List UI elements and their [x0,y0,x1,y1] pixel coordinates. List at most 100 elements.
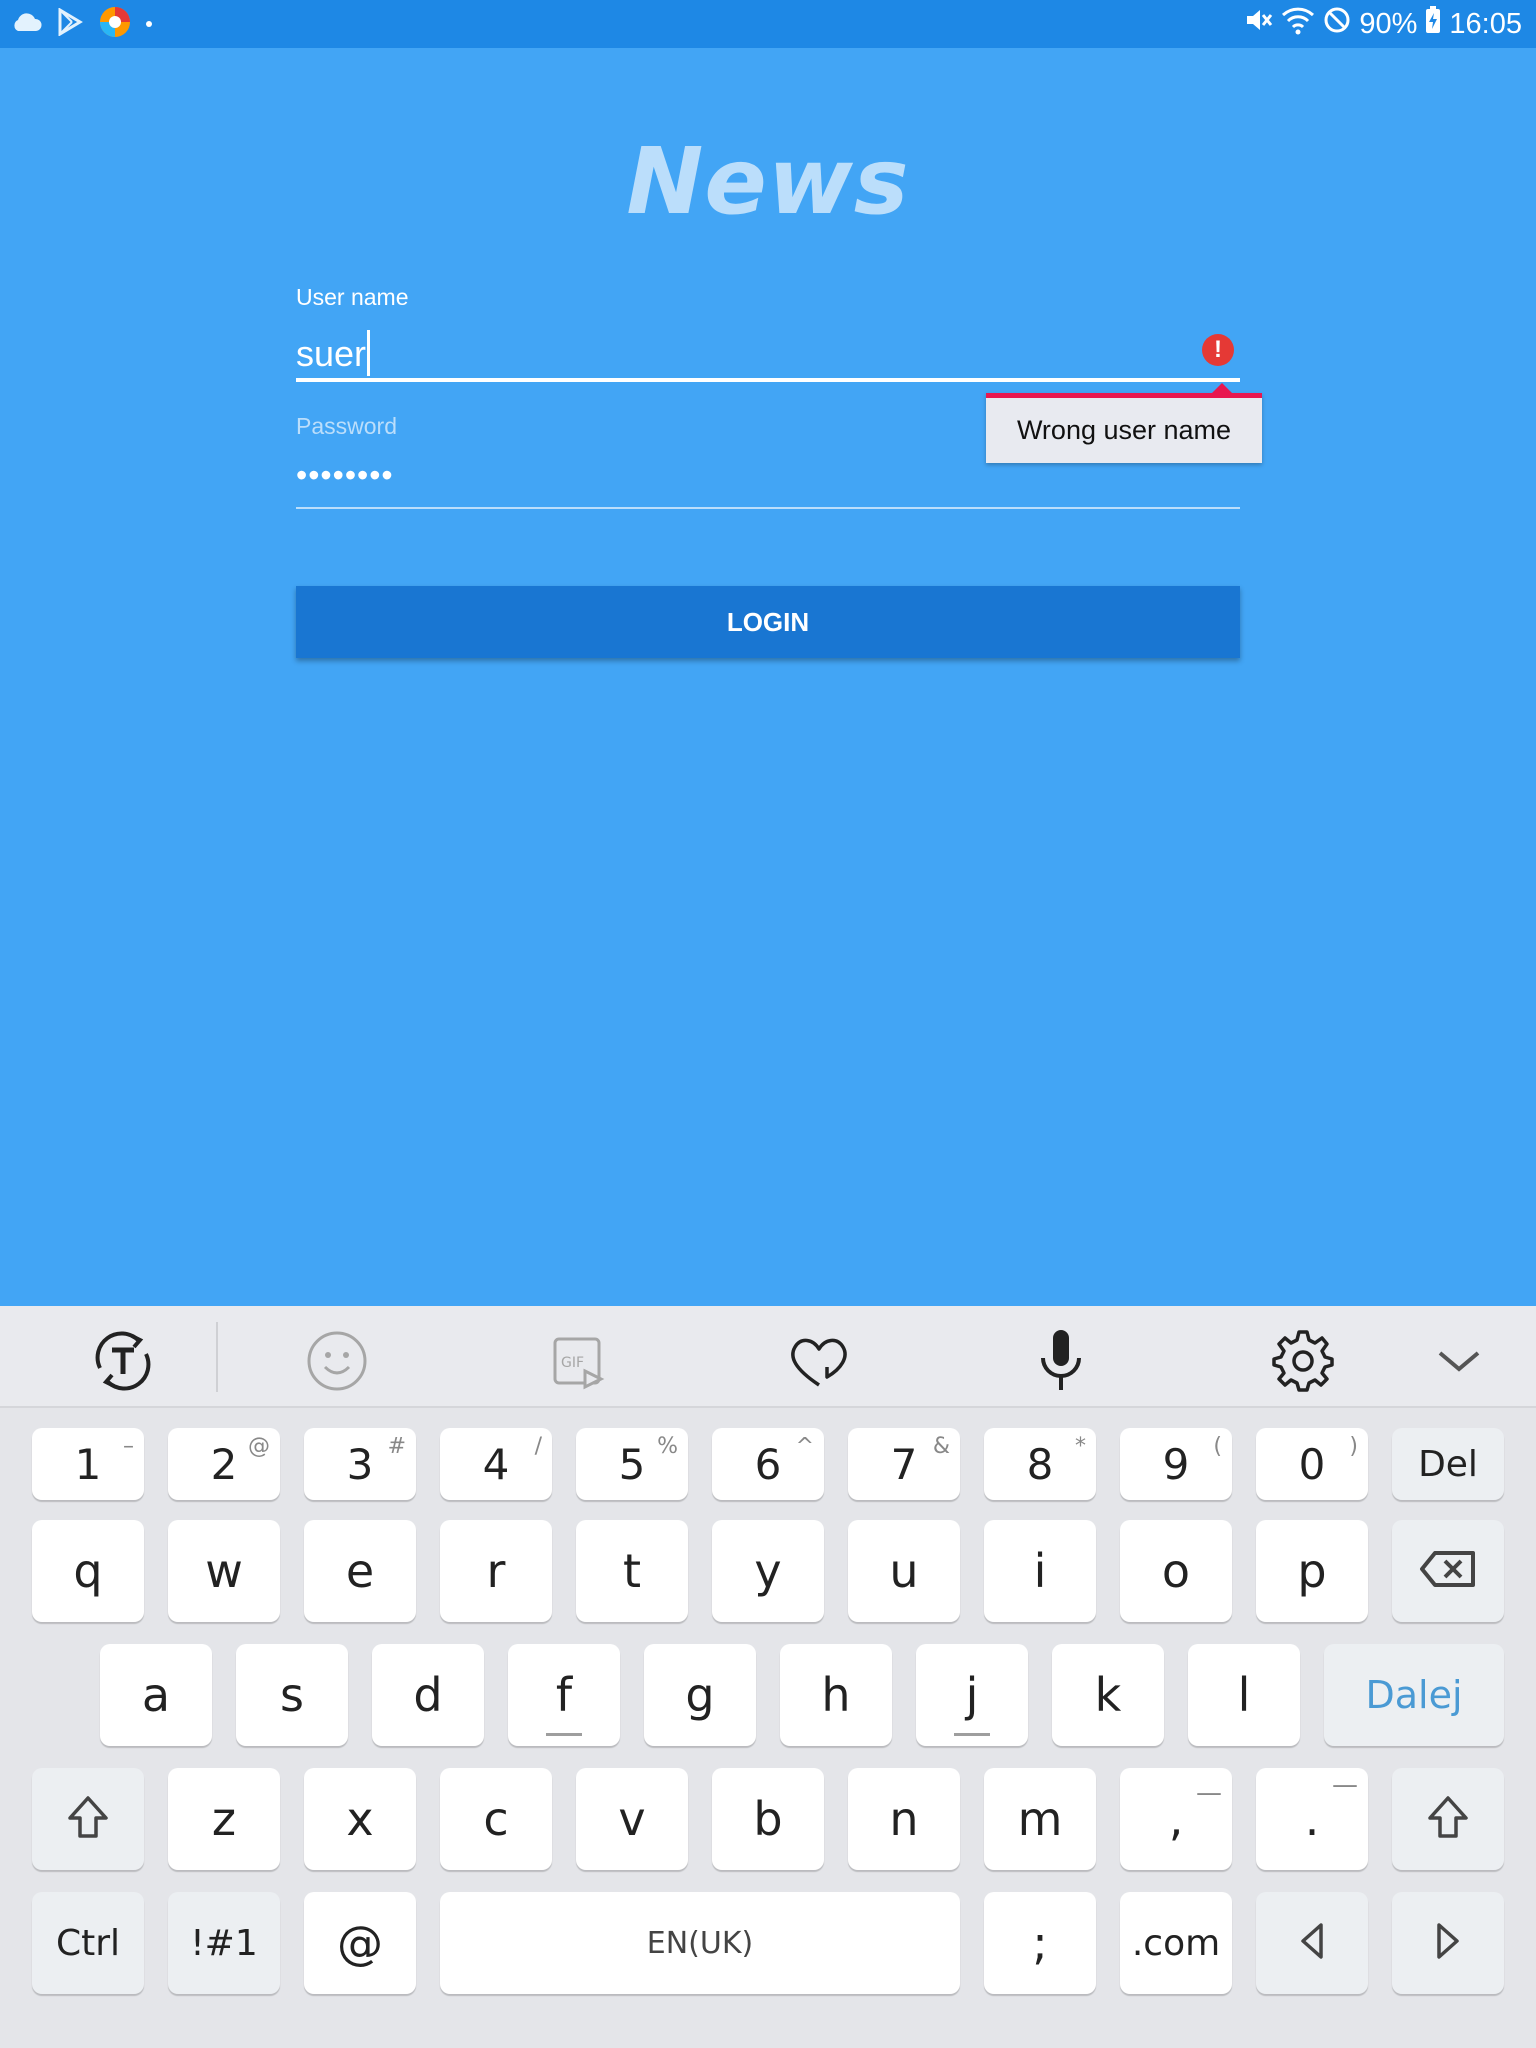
key-h[interactable]: h [780,1644,892,1746]
shift-left-key[interactable] [32,1768,144,1870]
key-y[interactable]: y [712,1520,824,1622]
dotcom-key[interactable]: .com [1120,1892,1232,1994]
microphone-icon[interactable] [1026,1326,1096,1396]
shift-icon [1426,1794,1470,1844]
key-r[interactable]: r [440,1520,552,1622]
status-bar: 90% 16:05 [0,0,1536,48]
key-hint: ( [1213,1434,1222,1459]
key-label: a [141,1668,171,1722]
key-f[interactable]: f [508,1644,620,1746]
key-label: 9 [1162,1439,1190,1489]
key-k[interactable]: k [1052,1644,1164,1746]
key-label: r [486,1544,506,1598]
key-5[interactable]: 5% [576,1428,688,1500]
key-z[interactable]: z [168,1768,280,1870]
shift-right-key[interactable] [1392,1768,1504,1870]
key-v[interactable]: v [576,1768,688,1870]
hide-keyboard-chevron-icon[interactable] [1424,1326,1494,1396]
text-caret [367,330,371,376]
key-c[interactable]: c [440,1768,552,1870]
key-s[interactable]: s [236,1644,348,1746]
at-key[interactable]: @ [304,1892,416,1994]
home-key-marker [954,1733,990,1736]
key-label: 2 [210,1439,238,1489]
svg-text:GIF: GIF [561,1355,584,1371]
key-label: m [1017,1792,1063,1846]
key-m[interactable]: m [984,1768,1096,1870]
key-hint: # [387,1434,406,1459]
enter-next-key[interactable]: Dalej [1324,1644,1504,1746]
key-label: f [555,1668,573,1722]
key-o[interactable]: o [1120,1520,1232,1622]
key-e[interactable]: e [304,1520,416,1622]
key-6[interactable]: 6 ^ [712,1428,824,1500]
key-3[interactable]: 3 # [304,1428,416,1500]
key-label: x [346,1792,374,1846]
key-label: 1 [74,1439,102,1489]
backspace-key[interactable] [1392,1520,1504,1622]
semicolon-key[interactable]: ; [984,1892,1096,1994]
key-j[interactable]: j [916,1644,1028,1746]
key-label: h [821,1668,851,1722]
password-input[interactable]: •••••••• [296,455,1240,509]
key-q[interactable]: q [32,1520,144,1622]
key-p[interactable]: p [1256,1520,1368,1622]
key-7[interactable]: 7 & [848,1428,960,1500]
key-1[interactable]: 1– [32,1428,144,1500]
key-label: 3 [346,1439,374,1489]
key-label: l [1237,1668,1251,1722]
login-button[interactable]: LOGIN [296,586,1240,658]
key-a[interactable]: a [100,1644,212,1746]
key-b[interactable]: b [712,1768,824,1870]
key-2[interactable]: 2 @ [168,1428,280,1500]
key-label: b [753,1792,783,1846]
user-name-input[interactable]: suer ! [296,322,1240,382]
key-d[interactable]: d [372,1644,484,1746]
user-name-label: User name [296,284,409,310]
space-key[interactable]: EN(UK) [440,1892,960,1994]
sticker-heart-icon[interactable] [784,1326,854,1396]
key-label: o [1161,1544,1191,1598]
key-i[interactable]: i [984,1520,1096,1622]
key-u[interactable]: u [848,1520,960,1622]
key-t[interactable]: t [576,1520,688,1622]
gif-icon[interactable]: GIF [544,1326,614,1396]
key-hint: @ [248,1434,270,1459]
error-tooltip: Wrong user name [986,383,1262,463]
comma-key[interactable]: , — [1120,1768,1232,1870]
key-9[interactable]: 9( [1120,1428,1232,1500]
key-n[interactable]: n [848,1768,960,1870]
key-4[interactable]: 4/ [440,1428,552,1500]
arrow-right-icon [1433,1921,1463,1965]
key-label: k [1094,1668,1122,1722]
mute-icon [1243,5,1273,43]
key-8[interactable]: 8 * [984,1428,1096,1500]
text-mode-icon[interactable] [88,1326,158,1396]
period-key[interactable]: . — [1256,1768,1368,1870]
soft-keyboard: GIF Del Dalej , — . — Ctrl !#1 @ EN(UK) … [0,1306,1536,2048]
key-label: s [280,1668,304,1722]
home-key-marker [546,1733,582,1736]
key-0[interactable]: 0) [1256,1428,1368,1500]
battery-percent: 90% [1359,7,1418,40]
error-icon[interactable]: ! [1202,334,1234,366]
play-store-icon [56,6,84,41]
emoji-icon[interactable] [302,1326,372,1396]
key-hint: % [657,1434,678,1459]
browser-icon [98,5,132,44]
key-label: c [483,1792,509,1846]
key-x[interactable]: x [304,1768,416,1870]
key-label: t [622,1544,642,1598]
more-notifications-dot [146,21,152,27]
cursor-left-key[interactable] [1256,1892,1368,1994]
key-w[interactable]: w [168,1520,280,1622]
settings-gear-icon[interactable] [1268,1326,1338,1396]
key-label: 7 [890,1439,918,1489]
cursor-right-key[interactable] [1392,1892,1504,1994]
key-g[interactable]: g [644,1644,756,1746]
ctrl-key[interactable]: Ctrl [32,1892,144,1994]
del-key[interactable]: Del [1392,1428,1504,1500]
key-label: 6 [754,1439,782,1489]
symbols-key[interactable]: !#1 [168,1892,280,1994]
key-l[interactable]: l [1188,1644,1300,1746]
